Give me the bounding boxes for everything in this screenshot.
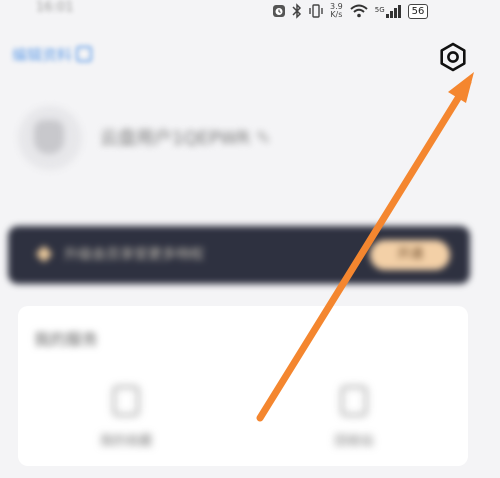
alarm-icon: [272, 4, 286, 18]
battery-indicator: 56: [407, 3, 429, 19]
pencil-icon: ✎: [255, 128, 271, 149]
bluetooth-icon: [292, 3, 302, 19]
trash-icon: [341, 386, 367, 416]
status-time: 16:01: [36, 0, 74, 15]
settings-button[interactable]: [436, 40, 470, 74]
vibrate-icon: [308, 4, 324, 18]
avatar[interactable]: [18, 106, 82, 170]
network-type: 5G: [374, 6, 385, 14]
settings-hexagon-icon: [440, 42, 466, 72]
vip-banner-text: 升级会员享受更多特权: [64, 247, 204, 263]
service-item-favorites[interactable]: 我的收藏: [66, 386, 186, 449]
username: 云盘用户1QEPWR ✎: [100, 128, 271, 149]
edit-profile-label: 编辑资料: [12, 46, 73, 64]
service-item-label: 我的收藏: [99, 434, 152, 449]
services-title: 我的服务: [34, 330, 99, 349]
profile-section[interactable]: 云盘用户1QEPWR ✎: [18, 106, 488, 170]
status-bar: 16:01 3.9 K/s 5G 56: [0, 0, 500, 22]
network-speed: 3.9 K/s: [330, 2, 343, 19]
bookmark-icon: [113, 386, 139, 416]
service-item-recycle[interactable]: 回收站: [294, 386, 414, 449]
signal-icon: 5G: [375, 4, 402, 18]
edit-icon: [76, 46, 93, 62]
edit-profile-link[interactable]: 编辑资料: [12, 44, 93, 65]
vip-banner[interactable]: 升级会员享受更多特权 开通: [8, 226, 470, 284]
diamond-icon: [35, 245, 53, 263]
vip-open-button[interactable]: 开通: [370, 240, 450, 270]
status-icons: 3.9 K/s 5G 56: [272, 0, 429, 22]
wifi-icon: [349, 4, 369, 18]
service-item-label: 回收站: [334, 434, 374, 449]
